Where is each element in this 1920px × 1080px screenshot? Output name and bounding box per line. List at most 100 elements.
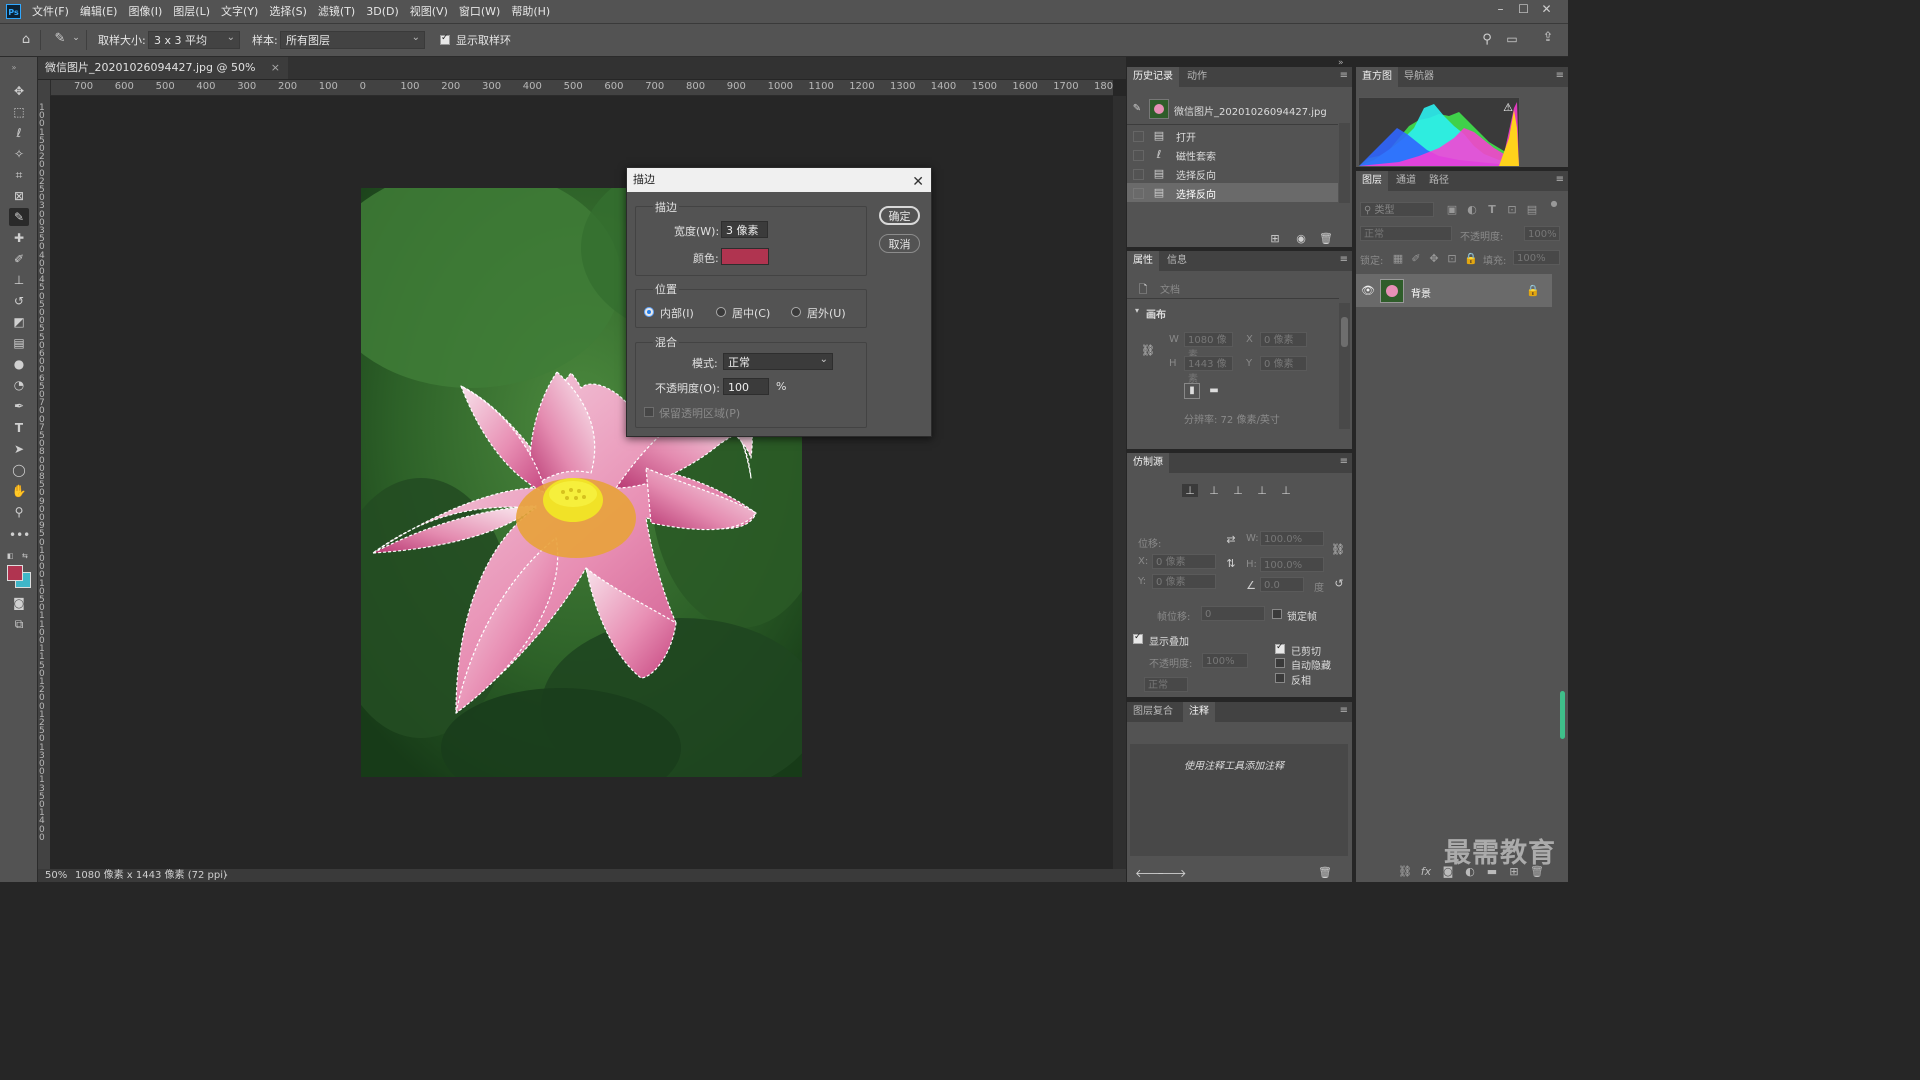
tab-paths[interactable]: 路径 bbox=[1423, 171, 1455, 191]
overlay-opacity-input[interactable]: 100% bbox=[1202, 653, 1248, 668]
warning-icon[interactable]: ⚠ bbox=[1502, 101, 1514, 114]
lock-position-icon[interactable]: ✥ bbox=[1428, 252, 1440, 265]
history-item[interactable]: ℓ 磁性套索 bbox=[1127, 145, 1338, 164]
minimize-icon[interactable]: – bbox=[1489, 0, 1512, 18]
scale-w-input[interactable]: 100.0% bbox=[1260, 531, 1324, 546]
close-tab-icon[interactable]: × bbox=[271, 57, 280, 79]
menu-image[interactable]: 图像(I) bbox=[128, 0, 162, 23]
tab-properties[interactable]: 属性 bbox=[1127, 251, 1159, 271]
history-source-box[interactable] bbox=[1133, 169, 1144, 180]
healing-brush-tool-icon[interactable]: ✚ bbox=[9, 229, 29, 247]
sample-size-select[interactable]: 3 x 3 平均 bbox=[148, 29, 240, 49]
canvas-h-input[interactable]: 1443 像素 bbox=[1184, 356, 1233, 385]
brush-tool-icon[interactable]: ✐ bbox=[9, 250, 29, 268]
link-icon[interactable]: ⛓ bbox=[1331, 543, 1345, 556]
pen-tool-icon[interactable]: ✒ bbox=[9, 397, 29, 415]
mode-select[interactable]: 正常 ⌄ bbox=[723, 353, 833, 370]
marquee-tool-icon[interactable]: ⬚ bbox=[9, 103, 29, 121]
quick-mask-icon[interactable]: ◙ bbox=[9, 594, 29, 612]
eraser-tool-icon[interactable]: ◩ bbox=[9, 313, 29, 331]
canvas-x-input[interactable]: 0 像素 bbox=[1260, 332, 1307, 347]
screen-mode-icon[interactable]: ⧉ bbox=[9, 615, 29, 633]
close-window-icon[interactable]: ✕ bbox=[1535, 0, 1558, 18]
properties-scrollbar[interactable] bbox=[1339, 303, 1350, 429]
frame-tool-icon[interactable]: ⊠ bbox=[9, 187, 29, 205]
tab-layers[interactable]: 图层 bbox=[1356, 171, 1388, 191]
quick-select-tool-icon[interactable]: ✧ bbox=[9, 145, 29, 163]
history-brush-tool-icon[interactable]: ↺ bbox=[9, 292, 29, 310]
history-source-box[interactable] bbox=[1133, 188, 1144, 199]
filter-type-icon[interactable]: T bbox=[1486, 203, 1498, 216]
tab-notes[interactable]: 注释 bbox=[1183, 702, 1215, 722]
reset-icon[interactable]: ↺ bbox=[1333, 577, 1345, 590]
lock-all-icon[interactable]: 🔒 bbox=[1464, 252, 1478, 265]
snapshot-name[interactable]: 微信图片_20201026094427.jpg bbox=[1174, 103, 1327, 118]
collapse-icon[interactable]: » bbox=[4, 59, 24, 77]
canvas-y-input[interactable]: 0 像素 bbox=[1260, 356, 1307, 371]
menu-view[interactable]: 视图(V) bbox=[410, 0, 448, 23]
scale-h-input[interactable]: 100.0% bbox=[1260, 557, 1324, 572]
layer-opacity-input[interactable]: 100% bbox=[1524, 226, 1560, 241]
menu-window[interactable]: 窗口(W) bbox=[459, 0, 500, 23]
workspace-icon[interactable]: ▭ bbox=[1504, 32, 1520, 46]
status-zoom[interactable]: 50% bbox=[45, 869, 67, 882]
status-arrow-icon[interactable]: › bbox=[224, 869, 228, 882]
history-item-active[interactable]: ▤ 选择反向 bbox=[1127, 183, 1338, 202]
tab-actions[interactable]: 动作 bbox=[1181, 67, 1213, 87]
menu-3d[interactable]: 3D(D) bbox=[366, 0, 399, 23]
frame-offset-input[interactable]: 0 bbox=[1201, 606, 1265, 621]
history-scrollbar[interactable] bbox=[1339, 123, 1350, 203]
center-radio[interactable] bbox=[716, 307, 726, 317]
default-colors-icon[interactable]: ◧ bbox=[7, 552, 17, 560]
tab-channels[interactable]: 通道 bbox=[1390, 171, 1422, 191]
eyedropper-tool-icon[interactable]: ✎ bbox=[52, 31, 68, 46]
search-icon[interactable]: ⚲ bbox=[1479, 32, 1495, 47]
clone-source-1-icon[interactable]: ⊥ bbox=[1182, 484, 1198, 497]
layer-blend-mode-select[interactable]: 正常 bbox=[1360, 226, 1452, 241]
canvas-w-input[interactable]: 1080 像素 bbox=[1184, 332, 1233, 361]
angle-input[interactable]: 0.0 bbox=[1260, 577, 1304, 592]
move-tool-icon[interactable]: ✥ bbox=[9, 82, 29, 100]
flip-horizontal-icon[interactable]: ⇄ bbox=[1225, 533, 1237, 546]
trash-icon[interactable]: 🗑 bbox=[1318, 866, 1332, 879]
overlay-mode-select[interactable]: 正常 bbox=[1144, 677, 1188, 692]
tab-histogram[interactable]: 直方图 bbox=[1356, 67, 1398, 87]
menu-layer[interactable]: 图层(L) bbox=[173, 0, 210, 23]
clone-stamp-tool-icon[interactable]: ⊥ bbox=[9, 271, 29, 289]
history-source-box[interactable] bbox=[1133, 131, 1144, 142]
lock-pixels-icon[interactable]: ✐ bbox=[1410, 252, 1422, 265]
arrow-left-icon[interactable]: 🡐 bbox=[1135, 866, 1165, 880]
new-document-from-state-icon[interactable]: ⊞ bbox=[1269, 232, 1281, 245]
canvas-scrollbar[interactable] bbox=[1113, 96, 1126, 869]
tab-history[interactable]: 历史记录 bbox=[1127, 67, 1179, 87]
chevron-down-icon[interactable]: ▾ bbox=[1133, 306, 1141, 315]
layer-filter-select[interactable]: ⚲ 类型 bbox=[1360, 202, 1434, 217]
history-brush-source-icon[interactable]: ✎ bbox=[1131, 103, 1143, 114]
clone-source-5-icon[interactable]: ⊥ bbox=[1278, 484, 1294, 497]
crop-tool-icon[interactable]: ⌗ bbox=[9, 166, 29, 184]
tab-info[interactable]: 信息 bbox=[1161, 251, 1193, 271]
menu-type[interactable]: 文字(Y) bbox=[221, 0, 258, 23]
clone-source-2-icon[interactable]: ⊥ bbox=[1206, 484, 1222, 497]
fx-icon[interactable]: fx bbox=[1420, 865, 1432, 878]
arrow-right-icon[interactable]: 🡒 bbox=[1157, 866, 1187, 880]
preserve-transparency-checkbox[interactable] bbox=[644, 407, 654, 417]
lock-artboard-icon[interactable]: ⊡ bbox=[1446, 252, 1458, 265]
tab-layer-comps[interactable]: 图层复合 bbox=[1127, 702, 1179, 722]
fill-input[interactable]: 100% bbox=[1513, 250, 1560, 265]
home-icon[interactable]: ⌂ bbox=[18, 32, 34, 47]
panel-menu-icon[interactable]: ≡ bbox=[1340, 254, 1348, 265]
ellipse-tool-icon[interactable]: ◯ bbox=[9, 461, 29, 479]
ok-button[interactable]: 确定 bbox=[879, 206, 920, 225]
blur-tool-icon[interactable]: ● bbox=[9, 355, 29, 373]
outside-radio[interactable] bbox=[791, 307, 801, 317]
panel-menu-icon[interactable]: ≡ bbox=[1340, 456, 1348, 467]
tab-clone-source[interactable]: 仿制源 bbox=[1127, 453, 1169, 473]
lock-frame-checkbox[interactable] bbox=[1272, 609, 1282, 619]
more-tools-icon[interactable]: ••• bbox=[9, 526, 30, 544]
path-selection-tool-icon[interactable]: ➤ bbox=[9, 440, 29, 458]
menu-help[interactable]: 帮助(H) bbox=[511, 0, 550, 23]
swap-colors-icon[interactable]: ⇆ bbox=[22, 552, 32, 560]
filter-pixel-icon[interactable]: ▣ bbox=[1446, 203, 1458, 216]
inside-radio[interactable] bbox=[644, 307, 654, 317]
